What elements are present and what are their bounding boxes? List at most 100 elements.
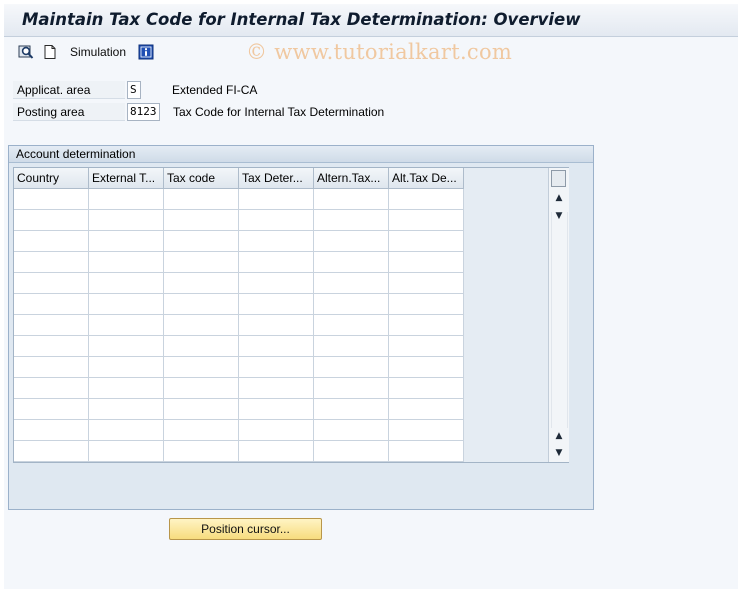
info-icon[interactable] — [138, 44, 154, 60]
position-cursor-button[interactable]: Position cursor... — [169, 518, 322, 540]
table-cell[interactable] — [164, 189, 239, 210]
page-up-icon[interactable]: ▲ — [552, 430, 566, 442]
column-header-external-tax[interactable]: External T... — [89, 168, 164, 189]
table-row[interactable] — [14, 378, 464, 399]
table-cell[interactable] — [314, 378, 389, 399]
table-cell[interactable] — [239, 399, 314, 420]
table-cell[interactable] — [314, 399, 389, 420]
table-cell[interactable] — [389, 336, 464, 357]
table-cell[interactable] — [314, 210, 389, 231]
table-cell[interactable] — [164, 273, 239, 294]
find-icon[interactable] — [18, 44, 34, 60]
table-cell[interactable] — [314, 357, 389, 378]
scroll-thumb[interactable] — [551, 170, 566, 187]
table-cell[interactable] — [89, 378, 164, 399]
table-cell[interactable] — [389, 420, 464, 441]
table-cell[interactable] — [89, 441, 164, 462]
scroll-track[interactable] — [551, 212, 568, 428]
table-cell[interactable] — [164, 441, 239, 462]
table-cell[interactable] — [239, 378, 314, 399]
table-cell[interactable] — [164, 357, 239, 378]
table-cell[interactable] — [14, 399, 89, 420]
table-cell[interactable] — [89, 231, 164, 252]
table-cell[interactable] — [314, 420, 389, 441]
table-cell[interactable] — [89, 315, 164, 336]
table-cell[interactable] — [389, 315, 464, 336]
table-cell[interactable] — [14, 420, 89, 441]
table-row[interactable] — [14, 252, 464, 273]
table-cell[interactable] — [14, 189, 89, 210]
table-cell[interactable] — [314, 231, 389, 252]
table-cell[interactable] — [14, 294, 89, 315]
table-row[interactable] — [14, 336, 464, 357]
column-header-alt-tax-determination[interactable]: Alt.Tax De... — [389, 168, 464, 189]
column-header-tax-code[interactable]: Tax code — [164, 168, 239, 189]
table-cell[interactable] — [89, 210, 164, 231]
table-cell[interactable] — [14, 273, 89, 294]
posting-area-field[interactable]: 8123 — [127, 103, 160, 121]
table-row[interactable] — [14, 357, 464, 378]
table-cell[interactable] — [389, 231, 464, 252]
table-cell[interactable] — [89, 420, 164, 441]
table-row[interactable] — [14, 315, 464, 336]
table-cell[interactable] — [164, 231, 239, 252]
table-cell[interactable] — [164, 420, 239, 441]
table-cell[interactable] — [14, 210, 89, 231]
table-cell[interactable] — [314, 315, 389, 336]
table-cell[interactable] — [314, 294, 389, 315]
table-cell[interactable] — [239, 252, 314, 273]
table-cell[interactable] — [239, 357, 314, 378]
table-cell[interactable] — [164, 378, 239, 399]
table-cell[interactable] — [89, 336, 164, 357]
table-cell[interactable] — [389, 441, 464, 462]
table-cell[interactable] — [239, 210, 314, 231]
table-cell[interactable] — [89, 294, 164, 315]
simulation-button[interactable]: Simulation — [70, 45, 126, 59]
table-cell[interactable] — [89, 189, 164, 210]
table-row[interactable] — [14, 210, 464, 231]
table-cell[interactable] — [14, 252, 89, 273]
vertical-scrollbar[interactable]: ▲ ▼ ▲ ▼ — [548, 168, 569, 462]
page-down-icon[interactable]: ▼ — [552, 447, 566, 459]
table-cell[interactable] — [239, 231, 314, 252]
table-row[interactable] — [14, 273, 464, 294]
table-cell[interactable] — [239, 294, 314, 315]
table-row[interactable] — [14, 399, 464, 420]
table-cell[interactable] — [239, 441, 314, 462]
table-cell[interactable] — [314, 189, 389, 210]
table-cell[interactable] — [164, 294, 239, 315]
table-cell[interactable] — [14, 441, 89, 462]
table-cell[interactable] — [164, 210, 239, 231]
column-header-country[interactable]: Country — [14, 168, 89, 189]
table-cell[interactable] — [89, 357, 164, 378]
table-cell[interactable] — [14, 231, 89, 252]
table-cell[interactable] — [389, 399, 464, 420]
table-cell[interactable] — [314, 441, 389, 462]
table-row[interactable] — [14, 441, 464, 462]
table-cell[interactable] — [314, 336, 389, 357]
table-row[interactable] — [14, 294, 464, 315]
table-cell[interactable] — [389, 378, 464, 399]
table-cell[interactable] — [314, 252, 389, 273]
applicat-area-field[interactable]: S — [127, 81, 141, 99]
table-row[interactable] — [14, 420, 464, 441]
table-cell[interactable] — [164, 399, 239, 420]
table-cell[interactable] — [389, 273, 464, 294]
table-cell[interactable] — [239, 315, 314, 336]
table-cell[interactable] — [89, 273, 164, 294]
table-cell[interactable] — [239, 336, 314, 357]
table-cell[interactable] — [14, 315, 89, 336]
table-row[interactable] — [14, 231, 464, 252]
table-cell[interactable] — [239, 420, 314, 441]
table-cell[interactable] — [239, 273, 314, 294]
table-cell[interactable] — [89, 252, 164, 273]
table-cell[interactable] — [389, 294, 464, 315]
table-cell[interactable] — [89, 399, 164, 420]
table-cell[interactable] — [164, 336, 239, 357]
table-cell[interactable] — [14, 378, 89, 399]
new-document-icon[interactable] — [42, 44, 58, 60]
table-cell[interactable] — [389, 252, 464, 273]
table-cell[interactable] — [389, 189, 464, 210]
column-header-alternative-tax[interactable]: Altern.Tax... — [314, 168, 389, 189]
table-cell[interactable] — [314, 273, 389, 294]
